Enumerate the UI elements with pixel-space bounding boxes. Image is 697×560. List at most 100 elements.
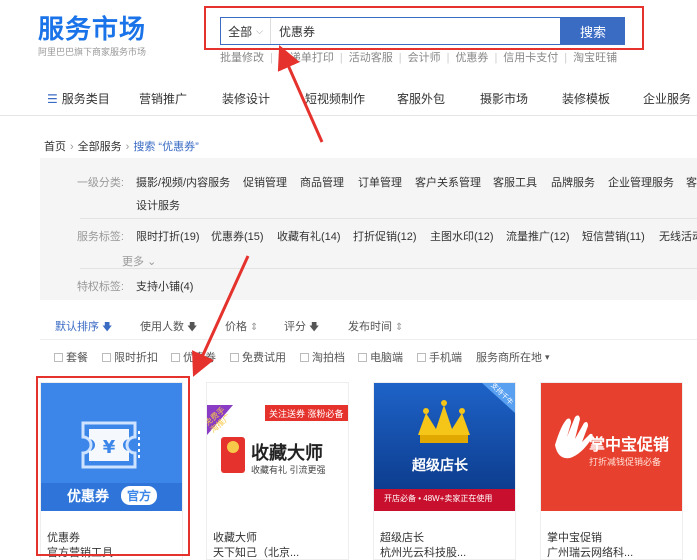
checkbox-label: 优惠券 — [183, 352, 216, 364]
logo-text: 服务市场 — [38, 15, 147, 45]
nav-item[interactable]: 装修设计 — [222, 90, 270, 107]
sort-label: 使用人数 — [140, 321, 184, 333]
nav-item[interactable]: 短视频制作 — [305, 90, 365, 107]
nav-item[interactable]: 摄影市场 — [480, 90, 528, 107]
breadcrumb-search: 搜索 “优惠券” — [133, 141, 199, 153]
product-name: 掌中宝促销 — [547, 532, 602, 544]
hot-link[interactable]: 批量修改 — [220, 52, 264, 64]
nav-item[interactable]: 装修模板 — [562, 90, 610, 107]
filter-option[interactable]: 客 — [686, 174, 697, 190]
product-card[interactable]: 掌中宝促销 打折减钱促销必备 掌中宝促销 广州瑞云网络科... — [540, 382, 683, 560]
coupon-image-text: 优惠券 — [67, 488, 109, 504]
hot-link[interactable]: 淘宝旺铺 — [573, 52, 617, 64]
filter-option[interactable]: 短信营销(11) — [582, 228, 645, 244]
checkbox-taopaidang[interactable]: 淘拍档 — [300, 349, 345, 365]
checkbox-label: 限时折扣 — [114, 352, 158, 364]
divider: | — [446, 52, 450, 64]
arrow-down-icon: 🡇 — [102, 322, 113, 333]
arrow-down-icon: 🡇 — [187, 322, 198, 333]
product-image: 关注送券 涨粉必备 免费手淘推广 收藏大师 收藏有礼 引流更强 — [207, 383, 348, 511]
nav-item[interactable]: 企业服务 — [643, 90, 691, 107]
checkbox-icon — [102, 352, 111, 362]
checkbox-package[interactable]: 套餐 — [54, 349, 88, 365]
sort-price[interactable]: 价格 ⇕ — [225, 318, 258, 334]
nav-item[interactable]: 营销推广 — [139, 90, 187, 107]
checkbox-icon — [300, 352, 309, 362]
breadcrumb-home[interactable]: 首页 — [44, 141, 66, 153]
filter-option[interactable]: 优惠券(15) — [211, 228, 264, 244]
filter-option[interactable]: 摄影/视频/内容服务 — [136, 174, 230, 190]
nav-divider — [0, 115, 697, 116]
breadcrumb-all[interactable]: 全部服务 — [78, 141, 122, 153]
checkbox-mobile[interactable]: 手机端 — [417, 349, 462, 365]
sort-label: 评分 — [284, 321, 306, 333]
product-name: 收藏大师 — [213, 532, 257, 544]
location-select[interactable]: 服务商所在地 ▾ — [476, 349, 550, 365]
hot-link[interactable]: 活动客服 — [349, 52, 393, 64]
search-input[interactable] — [271, 18, 560, 44]
search-button[interactable]: 搜索 — [561, 17, 625, 45]
filter-divider — [80, 218, 697, 219]
filter-option[interactable]: 收藏有礼(14) — [277, 228, 341, 244]
checkbox-icon — [230, 352, 239, 362]
filter-option[interactable]: 企业管理服务 — [608, 174, 674, 190]
filter-option[interactable]: 商品管理 — [300, 174, 344, 190]
filter-option[interactable]: 打折促销(12) — [353, 228, 417, 244]
sort-date[interactable]: 发布时间 ⇕ — [348, 318, 403, 334]
chevron-down-icon: ⌄ — [147, 256, 157, 268]
product-card[interactable]: 关注送券 涨粉必备 免费手淘推广 收藏大师 收藏有礼 引流更强 收藏大师 天下知… — [206, 382, 349, 560]
filter-option[interactable]: 品牌服务 — [551, 174, 595, 190]
product-image: 掌中宝促销 打折减钱促销必备 — [541, 383, 682, 511]
promo-tag: 关注送券 涨粉必备 — [269, 409, 344, 419]
checkbox-coupon[interactable]: 优惠券 — [171, 349, 216, 365]
svg-text:¥: ¥ — [103, 437, 116, 458]
nav-menu-label: 服务类目 — [61, 92, 110, 106]
filter-more-toggle[interactable]: 更多 ⌄ — [122, 253, 156, 269]
divider: | — [270, 52, 273, 64]
checkbox-label: 免费试用 — [242, 352, 286, 364]
filter-option[interactable]: 流量推广(12) — [506, 228, 570, 244]
sort-toggle-icon: ⇕ — [250, 322, 259, 333]
filter-option[interactable]: 订单管理 — [358, 174, 402, 190]
sort-label: 价格 — [225, 321, 247, 333]
nav-item[interactable]: 客服外包 — [397, 90, 445, 107]
filter-option[interactable]: 促销管理 — [243, 174, 287, 190]
caret-down-icon: ▾ — [545, 351, 550, 362]
divider: | — [398, 52, 402, 64]
filter-option[interactable]: 客服工具 — [493, 174, 537, 190]
filter-label: 服务标签: — [76, 231, 124, 243]
nav-menu-categories[interactable]: ☰ 服务类目 — [47, 90, 110, 107]
arrow-down-icon: 🡇 — [309, 322, 320, 333]
hot-link[interactable]: 信用卡支付 — [503, 52, 558, 64]
filter-option[interactable]: 客户关系管理 — [415, 174, 481, 190]
filter-option[interactable]: 无线活动 — [659, 228, 697, 244]
search-category-label: 全部 — [228, 24, 253, 39]
filter-more-label: 更多 — [122, 256, 144, 268]
divider: | — [564, 52, 568, 64]
filter-option[interactable]: 设计服务 — [136, 197, 180, 213]
product-provider: 杭州光云科技股... — [380, 547, 467, 559]
sort-label: 默认排序 — [55, 321, 99, 333]
checkbox-pc[interactable]: 电脑端 — [358, 349, 403, 365]
product-image-subtitle: 开店必备 • 48W+卖家正在使用 — [384, 494, 493, 503]
filter-option[interactable]: 支持小铺(4) — [136, 278, 193, 294]
sort-default[interactable]: 默认排序 🡇 — [55, 318, 112, 337]
hot-link[interactable]: 会计师 — [408, 52, 441, 64]
filter-panel: 一级分类: 摄影/视频/内容服务 促销管理 商品管理 订单管理 客户关系管理 客… — [40, 158, 697, 300]
hot-link[interactable]: 快递单打印 — [279, 52, 334, 64]
hot-link[interactable]: 优惠券 — [455, 52, 488, 64]
sort-rating[interactable]: 评分 🡇 — [284, 318, 319, 337]
product-card[interactable]: ¥ 优惠券 官方 优惠券 官方营销工具 — [40, 382, 183, 560]
filter-option[interactable]: 限时打折(19) — [136, 228, 200, 244]
logo[interactable]: 服务市场 阿里巴巴旗下商家服务市场 — [38, 16, 146, 58]
product-name: 优惠券 — [47, 532, 80, 544]
checkbox-discount[interactable]: 限时折扣 — [102, 349, 158, 365]
checkbox-free-trial[interactable]: 免费试用 — [230, 349, 286, 365]
filter-option[interactable]: 主图水印(12) — [430, 228, 494, 244]
shop-manager-image — [374, 383, 515, 511]
sort-users[interactable]: 使用人数 🡇 — [140, 318, 197, 337]
main-nav: ☰ 服务类目 营销推广 装修设计 短视频制作 客服外包 摄影市场 装修模板 企业服… — [0, 90, 697, 112]
checkbox-label: 手机端 — [429, 352, 462, 364]
product-card[interactable]: 支持千牛 超级店长 开店必备 • 48W+卖家正在使用 超级店长 杭州光云科技股… — [373, 382, 516, 560]
search-category-select[interactable]: 全部 ⌵ — [221, 18, 271, 44]
